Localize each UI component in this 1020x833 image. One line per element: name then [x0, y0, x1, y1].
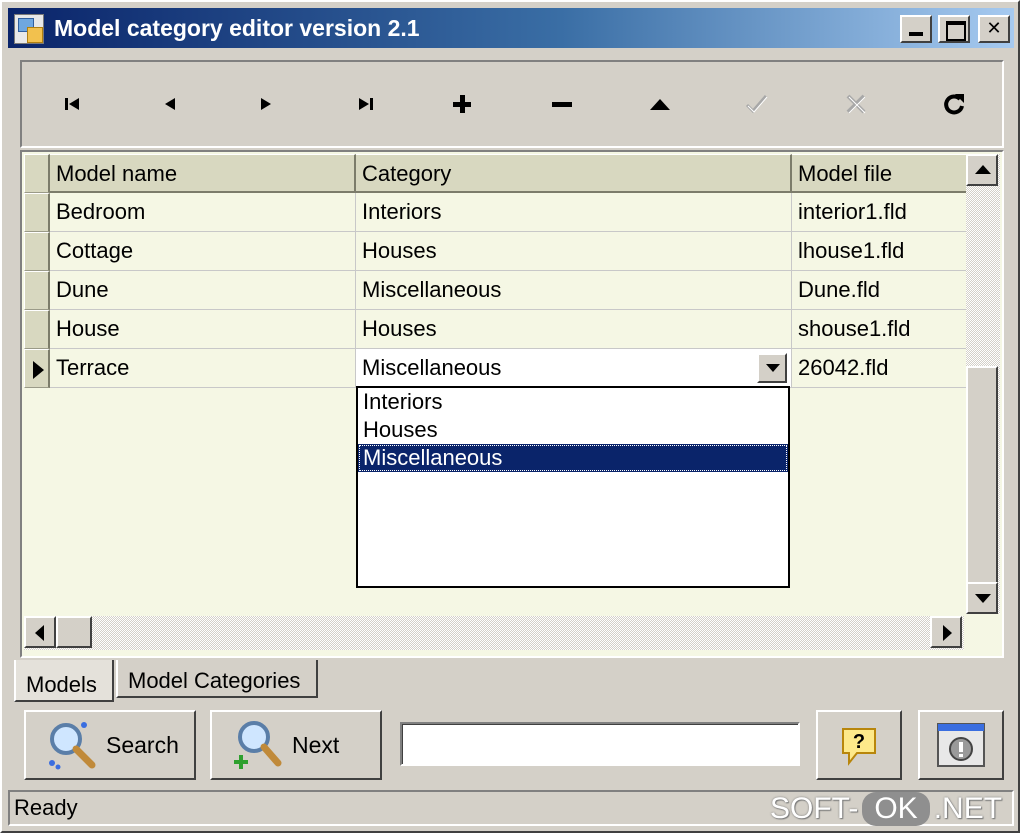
models-grid[interactable]: Model name Category Model file Bedroom I…	[20, 150, 1004, 658]
tab-models[interactable]: Models	[14, 660, 114, 702]
column-header-category[interactable]: Category	[356, 154, 792, 193]
search-icon	[49, 722, 96, 770]
scroll-up-button[interactable]	[966, 154, 998, 186]
x-icon	[846, 94, 866, 114]
watermark-left: SOFT-	[770, 792, 859, 825]
maximize-button[interactable]	[938, 15, 970, 43]
app-window: Model category editor version 2.1 ✕ Mode…	[0, 0, 1020, 833]
search-input[interactable]	[400, 722, 800, 766]
cancel-edit-button[interactable]	[836, 84, 876, 124]
column-header-model-name[interactable]: Model name	[50, 154, 356, 193]
title-bar[interactable]: Model category editor version 2.1 ✕	[8, 8, 1014, 48]
row-indicator[interactable]	[24, 193, 50, 232]
watermark: SOFT- OK .NET	[770, 788, 1002, 830]
help-button[interactable]: ?	[816, 710, 902, 780]
status-text: Ready	[14, 795, 78, 820]
model-name-cell[interactable]: Bedroom	[50, 193, 356, 232]
category-combo[interactable]: Miscellaneous	[356, 349, 792, 388]
horizontal-scrollbar[interactable]	[24, 616, 964, 650]
watermark-right: .NET	[933, 792, 1003, 825]
horizontal-scroll-thumb[interactable]	[56, 616, 92, 648]
next-record-button[interactable]	[246, 84, 286, 124]
search-button-label: Search	[106, 731, 179, 758]
model-name-cell[interactable]: Cottage	[50, 232, 356, 271]
minimize-button[interactable]	[900, 15, 932, 43]
plus-icon	[453, 95, 471, 113]
about-button[interactable]	[918, 710, 1004, 780]
watermark-middle: OK	[862, 792, 930, 826]
current-row-arrow-icon	[33, 361, 44, 379]
model-file-cell[interactable]: lhouse1.fld	[792, 232, 968, 271]
category-combo-value: Miscellaneous	[362, 355, 502, 380]
first-icon	[65, 98, 79, 110]
close-button[interactable]: ✕	[978, 15, 1010, 43]
model-file-cell[interactable]: Dune.fld	[792, 271, 968, 310]
db-navigator	[20, 60, 1004, 148]
app-icon[interactable]	[14, 14, 44, 44]
last-record-button[interactable]	[346, 84, 386, 124]
row-indicator[interactable]	[24, 271, 50, 310]
combo-dropdown-button[interactable]	[757, 353, 787, 383]
svg-text:?: ?	[853, 731, 865, 753]
edit-record-button[interactable]	[640, 84, 680, 124]
next-icon	[261, 98, 271, 110]
category-cell[interactable]: Miscellaneous	[356, 271, 792, 310]
column-header-model-file[interactable]: Model file	[792, 154, 968, 193]
dropdown-option[interactable]: Interiors	[358, 388, 788, 416]
vertical-scrollbar[interactable]	[966, 154, 1000, 614]
bottom-panel: Search Next ?	[14, 702, 1010, 788]
last-icon	[359, 98, 373, 110]
next-button[interactable]: Next	[210, 710, 382, 780]
category-cell[interactable]: Houses	[356, 232, 792, 271]
dropdown-option[interactable]: Houses	[358, 416, 788, 444]
refresh-icon	[944, 94, 964, 115]
prior-icon	[165, 98, 175, 110]
category-cell[interactable]: Houses	[356, 310, 792, 349]
model-name-cell[interactable]: Terrace	[50, 349, 356, 388]
model-name-cell[interactable]: Dune	[50, 271, 356, 310]
model-name-cell[interactable]: House	[50, 310, 356, 349]
row-indicator[interactable]	[24, 310, 50, 349]
post-edit-button[interactable]	[736, 84, 776, 124]
scroll-right-button[interactable]	[930, 616, 962, 648]
close-icon: ✕	[986, 18, 1002, 39]
info-window-icon	[937, 723, 985, 767]
insert-record-button[interactable]	[442, 84, 482, 124]
prior-record-button[interactable]	[150, 84, 190, 124]
tab-model-categories[interactable]: Model Categories	[116, 660, 318, 698]
refresh-button[interactable]	[934, 84, 974, 124]
window-title: Model category editor version 2.1	[54, 15, 420, 41]
scroll-left-button[interactable]	[24, 616, 56, 648]
category-dropdown-list[interactable]: Interiors Houses Miscellaneous	[356, 386, 790, 588]
search-next-icon	[234, 721, 282, 769]
first-record-button[interactable]	[52, 84, 92, 124]
delete-record-button[interactable]	[542, 84, 582, 124]
search-button[interactable]: Search	[24, 710, 196, 780]
check-icon	[745, 95, 768, 114]
up-triangle-icon	[650, 99, 670, 110]
row-indicator[interactable]	[24, 232, 50, 271]
model-file-cell[interactable]: shouse1.fld	[792, 310, 968, 349]
vertical-scroll-thumb[interactable]	[966, 366, 998, 584]
scroll-down-button[interactable]	[966, 582, 998, 614]
model-file-cell[interactable]: interior1.fld	[792, 193, 968, 232]
minus-icon	[552, 102, 572, 107]
model-file-cell[interactable]: 26042.fld	[792, 349, 968, 388]
help-icon: ?	[842, 728, 876, 766]
next-button-label: Next	[292, 731, 340, 758]
category-cell[interactable]: Interiors	[356, 193, 792, 232]
header-indicator	[24, 154, 50, 193]
row-indicator[interactable]	[24, 349, 50, 388]
dropdown-option-selected[interactable]: Miscellaneous	[358, 444, 788, 472]
